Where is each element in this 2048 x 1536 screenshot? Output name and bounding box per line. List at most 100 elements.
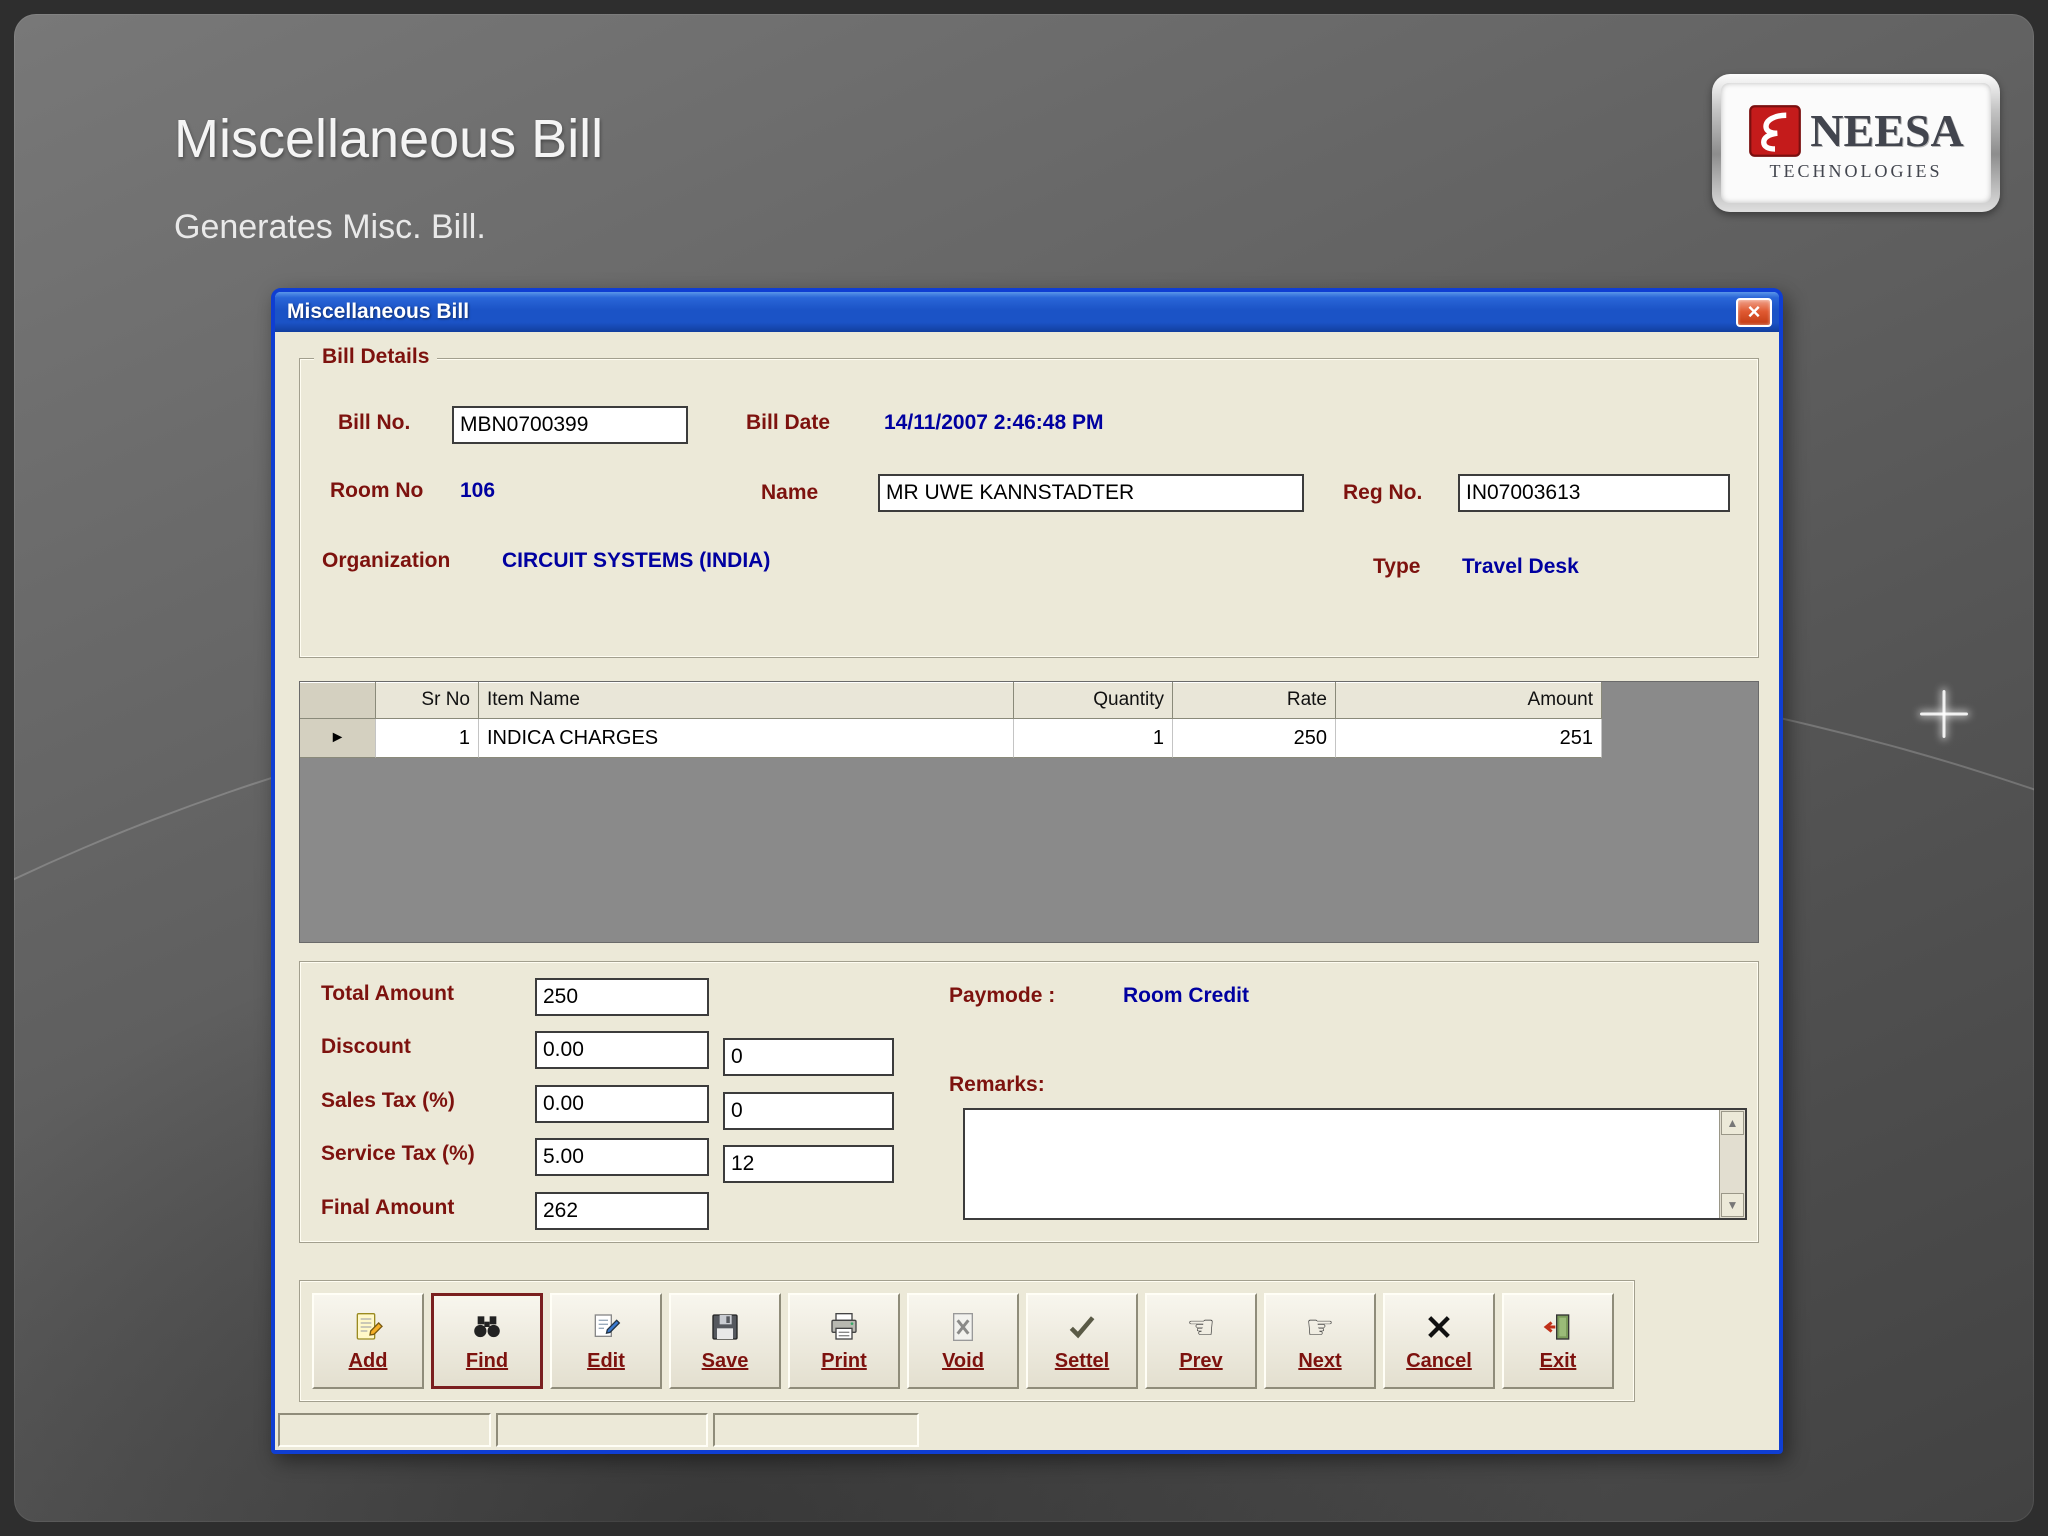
cell-srno: 1 [376,719,479,758]
add-button[interactable]: Add [312,1293,424,1389]
find-button[interactable]: Find [431,1293,543,1389]
next-icon: ☞ [1305,1309,1335,1345]
settle-button[interactable]: Settel [1026,1293,1138,1389]
neesa-logo-panel: NEESA TECHNOLOGIES [1721,83,1991,203]
settle-button-label: Settel [1054,1350,1110,1372]
save-button-label: Save [701,1350,749,1372]
cell-rate: 250 [1173,719,1336,758]
remarks-input[interactable] [965,1110,1719,1218]
cell-amount: 251 [1336,719,1602,758]
total-amount-label: Total Amount [321,982,454,1005]
prev-button[interactable]: ☜ Prev [1145,1293,1257,1389]
toolbar: Add Find Edit Save Print Void Settel ☜ P… [299,1280,1635,1402]
discount-percent-input[interactable] [535,1031,709,1069]
sales-tax-percent-input[interactable] [535,1085,709,1123]
type-value: Travel Desk [1462,555,1579,578]
void-icon [946,1309,980,1345]
grid-header-rate: Rate [1173,682,1336,719]
cancel-button[interactable]: Cancel [1383,1293,1495,1389]
grid-header-quantity: Quantity [1014,682,1173,719]
find-button-label: Find [465,1350,509,1372]
void-button[interactable]: Void [907,1293,1019,1389]
close-icon: × [1747,299,1761,324]
window-titlebar[interactable]: Miscellaneous Bill × [275,292,1779,332]
void-button-label: Void [942,1350,984,1372]
window-body: Bill Details Bill No. Bill Date 14/11/20… [275,332,1779,1450]
print-icon [827,1309,861,1345]
prev-button-label: Prev [1179,1350,1223,1372]
prev-icon: ☜ [1186,1309,1216,1345]
name-label: Name [761,481,819,504]
total-amount-input[interactable] [535,978,709,1016]
scroll-down-icon[interactable]: ▼ [1721,1193,1744,1217]
remarks-scrollbar[interactable]: ▲ ▼ [1719,1110,1745,1218]
scroll-up-icon[interactable]: ▲ [1721,1111,1744,1135]
bill-no-label: Bill No. [338,411,411,434]
items-grid: Sr No Item Name Quantity Rate Amount ► 1… [299,681,1759,943]
paymode-label: Paymode : [949,984,1056,1007]
organization-value: CIRCUIT SYSTEMS (INDIA) [502,549,771,572]
room-no-label: Room No [330,479,424,502]
status-panel-1 [278,1413,491,1447]
slide-title: Miscellaneous Bill [174,109,604,169]
status-panel-2 [496,1413,708,1447]
name-input[interactable] [878,474,1304,512]
cell-itemname: INDICA CHARGES [479,719,1014,758]
bill-details-legend: Bill Details [314,345,438,369]
bill-date-label: Bill Date [746,411,831,434]
grid-row[interactable]: ► 1 INDICA CHARGES 1 250 251 [300,719,1758,758]
bill-details-group: Bill Details Bill No. Bill Date 14/11/20… [299,345,1759,658]
reg-no-label: Reg No. [1343,481,1423,504]
room-no-value: 106 [460,479,496,502]
edit-icon [589,1309,623,1345]
exit-button-label: Exit [1539,1350,1577,1372]
service-tax-percent-input[interactable] [535,1138,709,1176]
remarks-label: Remarks: [949,1073,1045,1096]
next-button[interactable]: ☞ Next [1264,1293,1376,1389]
paymode-value: Room Credit [1123,984,1249,1007]
reg-no-input[interactable] [1458,474,1730,512]
final-amount-label: Final Amount [321,1196,455,1219]
sparkle-decoration [1920,690,1968,738]
bill-no-input[interactable] [452,406,688,444]
organization-label: Organization [322,549,451,572]
edit-button[interactable]: Edit [550,1293,662,1389]
cancel-button-label: Cancel [1406,1350,1472,1372]
sales-tax-label: Sales Tax (%) [321,1089,455,1112]
next-button-label: Next [1298,1350,1342,1372]
neesa-logo: NEESA TECHNOLOGIES [1712,74,2000,212]
edit-button-label: Edit [587,1350,625,1372]
logo-sub-text: TECHNOLOGIES [1769,161,1943,181]
exit-button[interactable]: Exit [1502,1293,1614,1389]
cell-quantity: 1 [1014,719,1173,758]
slide-subtitle: Generates Misc. Bill. [174,208,486,246]
add-icon [351,1309,385,1345]
discount-label: Discount [321,1035,411,1058]
close-button[interactable]: × [1736,297,1772,327]
neesa-logo-icon [1749,105,1802,157]
remarks-field[interactable]: ▲ ▼ [963,1108,1747,1220]
grid-header-srno: Sr No [376,682,479,719]
service-tax-amount-input[interactable] [723,1145,894,1183]
slide-background: Miscellaneous Bill Generates Misc. Bill.… [14,14,2034,1522]
save-button[interactable]: Save [669,1293,781,1389]
logo-brand-text: NEESA [1810,105,1964,156]
grid-header-row: Sr No Item Name Quantity Rate Amount [300,682,1758,719]
add-button-label: Add [348,1350,388,1372]
misc-bill-window: Miscellaneous Bill × Bill Details Bill N… [271,288,1783,1454]
discount-amount-input[interactable] [723,1038,894,1076]
settle-icon [1065,1309,1099,1345]
grid-header-itemname: Item Name [479,682,1014,719]
grid-header-selector [300,682,376,719]
service-tax-label: Service Tax (%) [321,1142,475,1165]
save-icon [708,1309,742,1345]
print-button[interactable]: Print [788,1293,900,1389]
print-button-label: Print [821,1350,867,1372]
sales-tax-amount-input[interactable] [723,1092,894,1130]
grid-header-amount: Amount [1336,682,1602,719]
type-label: Type [1373,555,1421,578]
exit-icon [1541,1309,1575,1345]
final-amount-input[interactable] [535,1192,709,1230]
cancel-icon [1422,1309,1456,1345]
row-selector-icon: ► [300,719,376,758]
